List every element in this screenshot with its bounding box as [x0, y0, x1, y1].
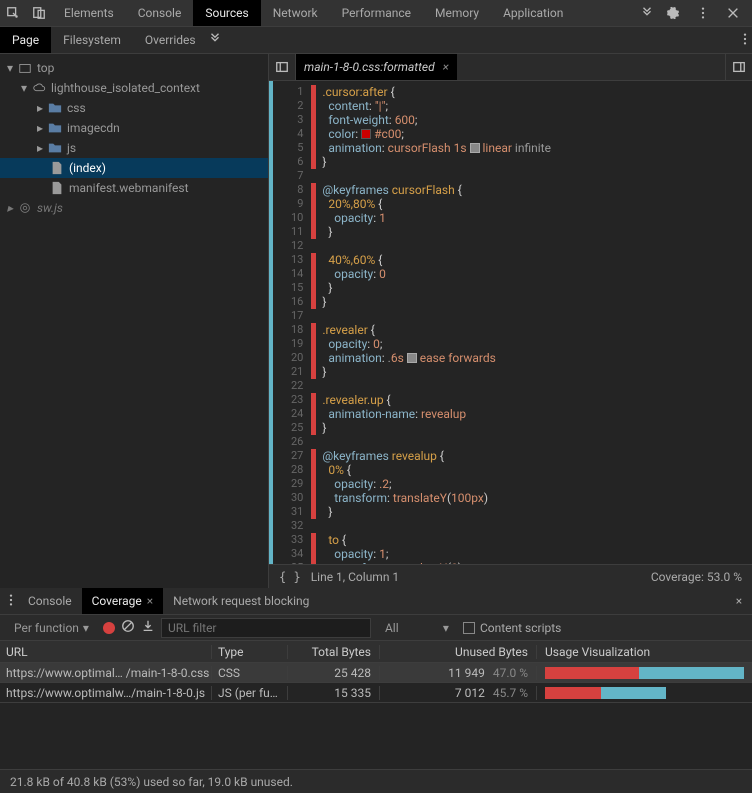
top-tab-application[interactable]: Application	[491, 0, 575, 26]
coverage-toolbar: Per function▾ All▾ Content scripts	[0, 615, 752, 641]
type-filter-dropdown[interactable]: All▾	[377, 619, 457, 637]
close-devtools-icon[interactable]	[720, 0, 746, 26]
clear-icon[interactable]	[121, 619, 135, 636]
drawer-kebab-icon[interactable]	[4, 593, 18, 610]
more-subtabs-icon[interactable]	[208, 32, 222, 49]
th-type[interactable]: Type	[212, 645, 288, 659]
hide-sidebar-icon[interactable]	[269, 54, 296, 81]
pretty-print-icon[interactable]: { }	[279, 570, 301, 584]
close-drawer-tab-icon[interactable]: ×	[147, 594, 153, 608]
editor-statusbar: { } Line 1, Column 1 Coverage: 53.0 %	[269, 564, 752, 588]
editor-area: main-1-8-0.css:formatted × 12345678910111…	[269, 54, 752, 588]
drawer-tab-console[interactable]: Console	[18, 588, 82, 614]
tree-folder-js[interactable]: ▸js	[0, 138, 268, 158]
show-debugger-icon[interactable]	[725, 54, 752, 81]
coverage-table: URL Type Total Bytes Unused Bytes Usage …	[0, 641, 752, 703]
code-editor[interactable]: 1234567891011121314151617181920212223242…	[269, 81, 752, 564]
coverage-footer: 21.8 kB of 40.8 kB (53%) used so far, 19…	[0, 769, 752, 793]
tree-sw[interactable]: ▸sw.js	[0, 198, 268, 218]
file-tab-label: main-1-8-0.css:formatted	[304, 60, 435, 74]
th-unused[interactable]: Unused Bytes	[380, 645, 537, 659]
more-tabs-icon[interactable]	[634, 0, 660, 26]
th-url[interactable]: URL	[0, 645, 212, 659]
tree-root-label: top	[37, 61, 54, 75]
file-tree[interactable]: ▾top ▾lighthouse_isolated_context ▸css▸i…	[0, 54, 269, 588]
close-drawer-icon[interactable]: ×	[726, 594, 752, 608]
top-tab-network[interactable]: Network	[261, 0, 330, 26]
top-tab-sources[interactable]: Sources	[193, 0, 260, 26]
tree-sw-label: sw.js	[37, 201, 63, 215]
coverage-row[interactable]: https://www.optimal… /main-1-8-0.cssCSS2…	[0, 663, 752, 683]
devtools-topbar: ElementsConsoleSourcesNetworkPerformance…	[0, 0, 752, 27]
drawer-tab-network-request-blocking[interactable]: Network request blocking	[163, 588, 319, 614]
th-total[interactable]: Total Bytes	[288, 645, 380, 659]
device-toggle-icon[interactable]	[26, 0, 52, 26]
tree-index-label: (index)	[69, 161, 106, 175]
tree-root[interactable]: ▾top	[0, 58, 268, 78]
sub-tab-filesystem[interactable]: Filesystem	[51, 27, 133, 53]
settings-gear-icon[interactable]	[660, 0, 686, 26]
tree-folder-imagecdn[interactable]: ▸imagecdn	[0, 118, 268, 138]
sources-subbar: PageFilesystemOverrides	[0, 27, 752, 54]
coverage-pct: Coverage: 53.0 %	[651, 570, 742, 584]
tree-context-label: lighthouse_isolated_context	[51, 81, 200, 95]
content-scripts-checkbox[interactable]: Content scripts	[463, 621, 561, 635]
tree-folder-css[interactable]: ▸css	[0, 98, 268, 118]
tree-index[interactable]: (index)	[0, 158, 268, 178]
top-tab-performance[interactable]: Performance	[330, 0, 423, 26]
tree-context[interactable]: ▾lighthouse_isolated_context	[0, 78, 268, 98]
tree-manifest[interactable]: manifest.webmanifest	[0, 178, 268, 198]
coverage-mode-dropdown[interactable]: Per function▾	[6, 619, 97, 637]
drawer: ConsoleCoverage×Network request blocking…	[0, 588, 752, 793]
th-viz[interactable]: Usage Visualization	[537, 645, 752, 659]
coverage-row[interactable]: https://www.optimalw…/main-1-8-0.jsJS (p…	[0, 683, 752, 703]
file-tab[interactable]: main-1-8-0.css:formatted ×	[296, 54, 457, 80]
drawer-tab-coverage[interactable]: Coverage×	[82, 588, 164, 614]
tree-manifest-label: manifest.webmanifest	[69, 181, 189, 195]
record-icon[interactable]	[103, 622, 115, 634]
sub-tab-overrides[interactable]: Overrides	[133, 27, 208, 53]
top-tab-console[interactable]: Console	[126, 0, 194, 26]
kebab-menu-icon[interactable]	[690, 0, 716, 26]
cursor-pos: Line 1, Column 1	[311, 570, 400, 584]
export-icon[interactable]	[141, 619, 155, 636]
top-tab-memory[interactable]: Memory	[423, 0, 491, 26]
close-tab-icon[interactable]: ×	[443, 60, 449, 74]
subbar-kebab-icon[interactable]	[738, 32, 752, 49]
sub-tab-page[interactable]: Page	[0, 27, 51, 53]
url-filter-input[interactable]	[161, 618, 371, 638]
inspect-element-icon[interactable]	[0, 0, 26, 26]
top-tab-elements[interactable]: Elements	[52, 0, 126, 26]
